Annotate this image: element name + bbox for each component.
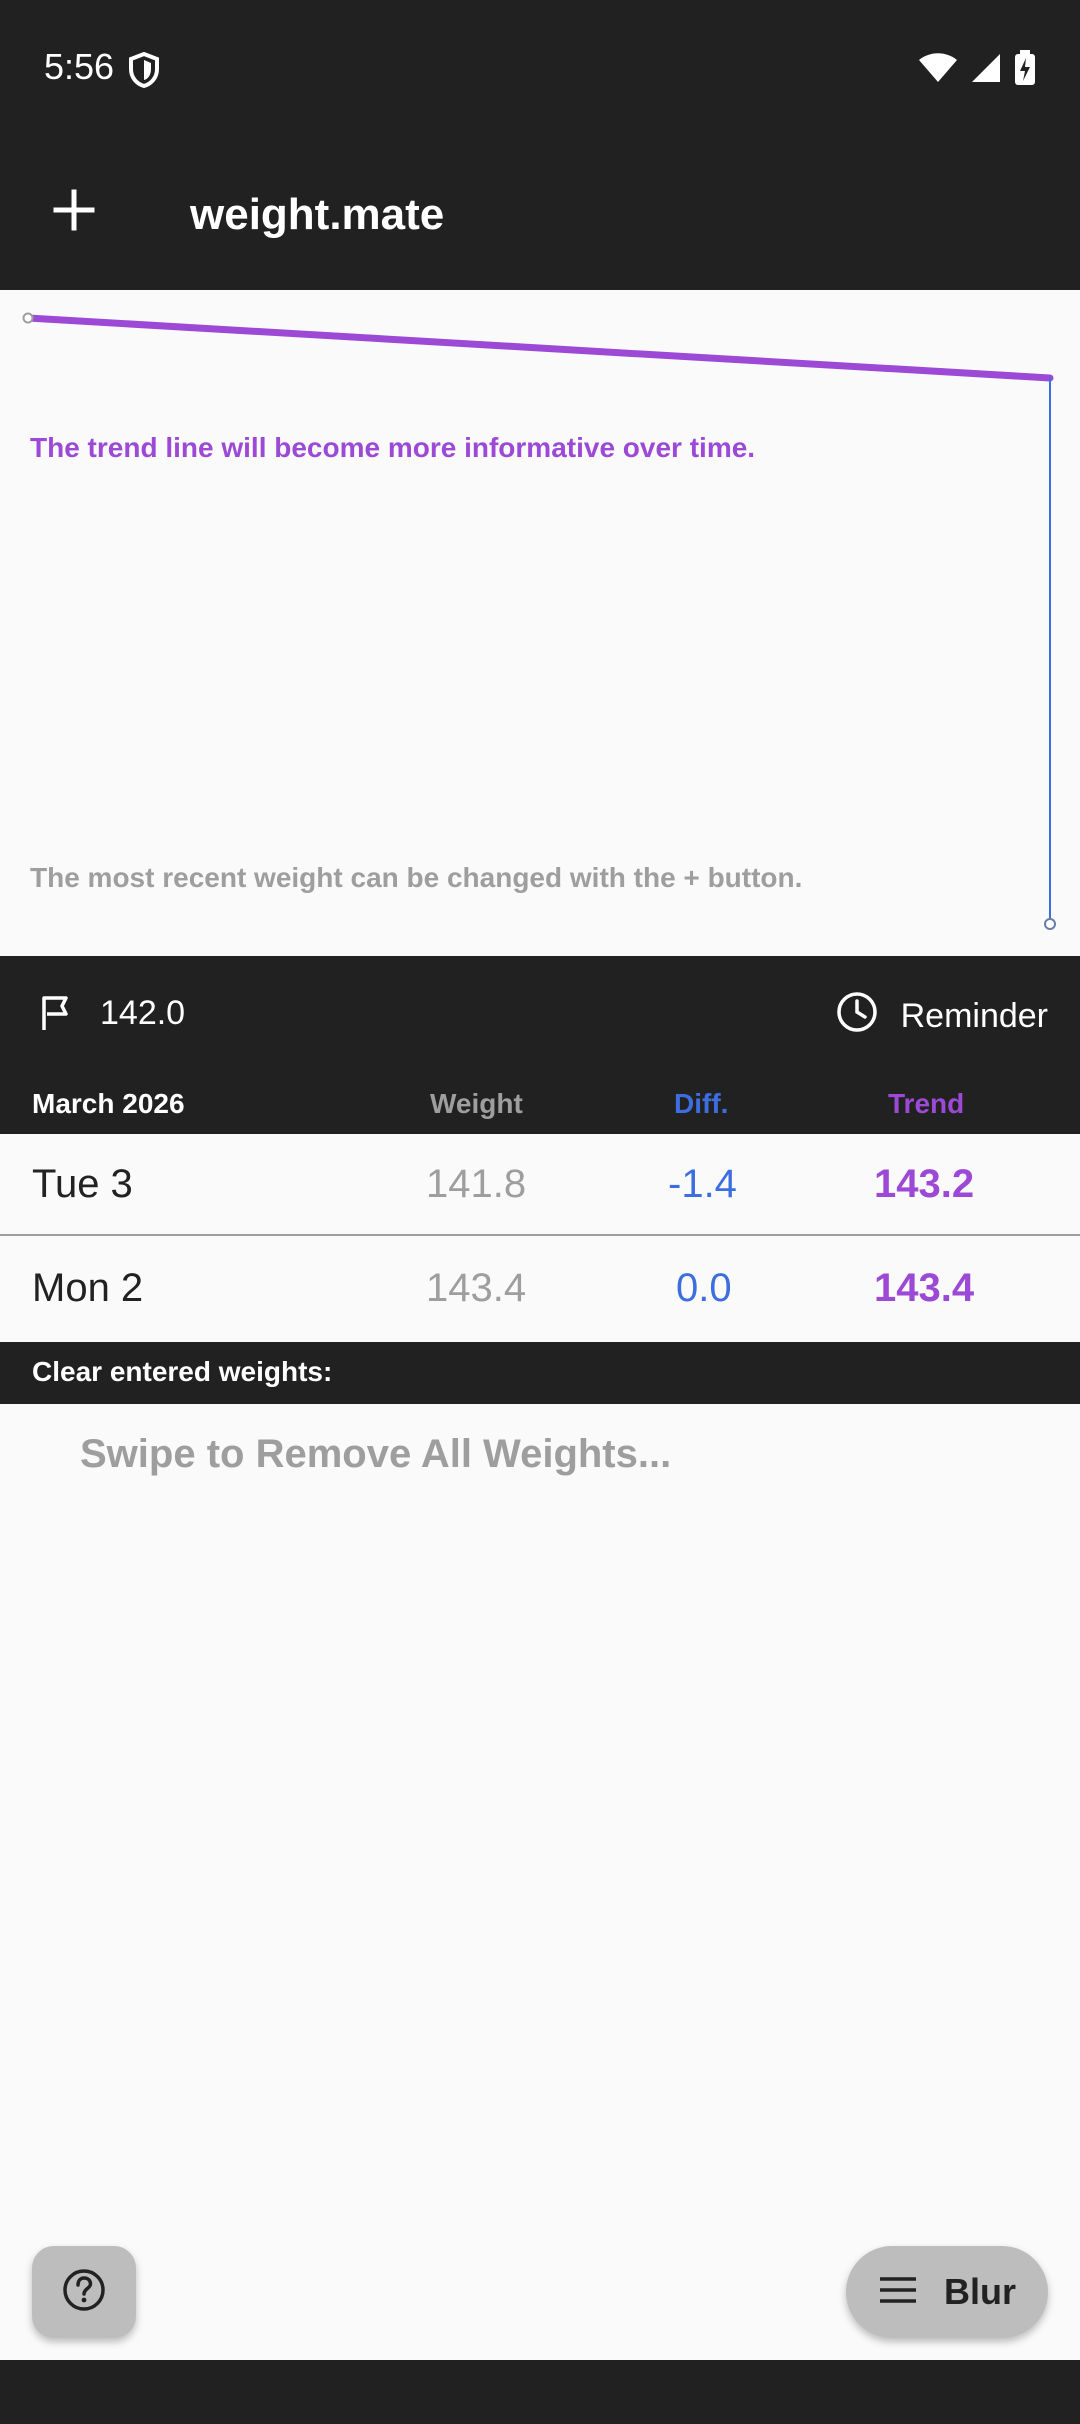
trend-cell: 143.2 xyxy=(874,1162,975,1206)
goal-bar: 142.0 Reminder xyxy=(0,956,1080,1074)
add-button[interactable] xyxy=(44,180,104,240)
table-row[interactable]: Mon 2 143.4 0.0 143.4 xyxy=(0,1238,1080,1340)
flag-icon[interactable] xyxy=(36,994,76,1039)
battery-icon xyxy=(1014,50,1036,91)
clock-icon xyxy=(835,990,879,1043)
trend-chart-canvas xyxy=(22,312,1056,930)
table-row[interactable]: Tue 3 141.8 -1.4 143.2 xyxy=(0,1134,1080,1236)
chart-info-message: The trend line will become more informat… xyxy=(30,432,756,463)
diff-cell: -1.4 xyxy=(668,1162,737,1206)
weight-point xyxy=(1044,918,1056,930)
swipe-to-remove[interactable]: Swipe to Remove All Weights... xyxy=(80,1432,671,1477)
day-cell: Tue 3 xyxy=(32,1162,133,1206)
wifi-icon xyxy=(918,52,958,89)
table-header: March 2026 Weight Diff. Trend xyxy=(0,1074,1080,1134)
diff-cell: 0.0 xyxy=(676,1266,732,1310)
help-button[interactable] xyxy=(32,2246,136,2338)
chart-hint-message: The most recent weight can be changed wi… xyxy=(30,862,803,893)
app-bar: weight.mate xyxy=(0,140,1080,290)
weight-cell: 143.4 xyxy=(426,1266,527,1310)
reminder-label: Reminder xyxy=(900,997,1048,1035)
trend-start-point xyxy=(22,312,34,324)
trend-cell: 143.4 xyxy=(874,1266,975,1310)
plus-icon xyxy=(44,189,104,244)
reminder-button[interactable]: Reminder xyxy=(835,990,1048,1043)
trend-column-header: Trend xyxy=(888,1088,965,1119)
system-nav-bar xyxy=(0,2360,1080,2424)
weight-cell: 141.8 xyxy=(426,1162,527,1206)
shield-icon xyxy=(128,51,160,93)
diff-column-header: Diff. xyxy=(674,1088,729,1119)
goal-weight[interactable]: 142.0 xyxy=(100,994,185,1033)
clear-weights-header: Clear entered weights: xyxy=(0,1342,1080,1404)
trend-line xyxy=(24,314,1054,382)
signal-icon xyxy=(970,52,1002,89)
clear-weights-label: Clear entered weights: xyxy=(32,1356,333,1387)
trend-chart: The trend line will become more informat… xyxy=(0,290,1080,956)
day-cell: Mon 2 xyxy=(32,1266,144,1310)
status-time: 5:56 xyxy=(44,46,115,87)
blur-label: Blur xyxy=(944,2271,1016,2312)
app-title: weight.mate xyxy=(190,190,445,239)
help-circle-icon xyxy=(61,2267,107,2318)
blur-button[interactable]: Blur xyxy=(846,2246,1048,2338)
status-bar: 5:56 xyxy=(0,0,1080,140)
weight-column-header: Weight xyxy=(430,1088,523,1119)
menu-icon xyxy=(878,2275,918,2310)
month-label: March 2026 xyxy=(32,1088,185,1119)
